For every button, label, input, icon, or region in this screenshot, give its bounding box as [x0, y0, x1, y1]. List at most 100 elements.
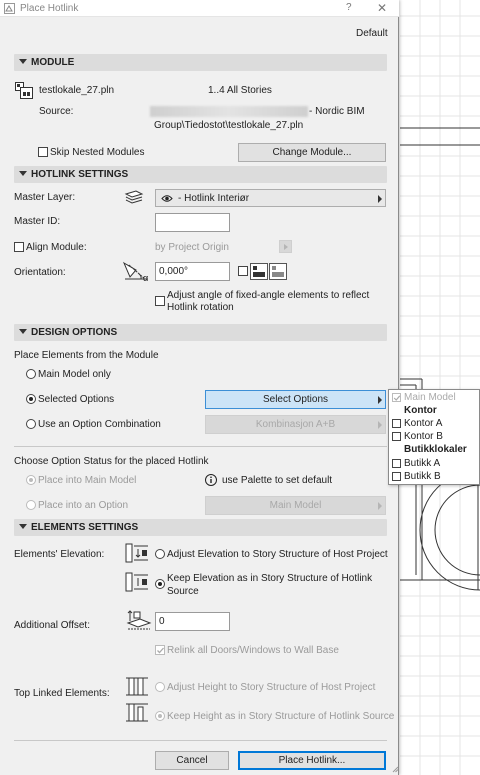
adjust-elevation-label[interactable]: Adjust Elevation to Story Structure of H…: [167, 549, 388, 560]
module-file-name: testlokale_27.pln: [39, 85, 115, 96]
radio-keep-elevation[interactable]: [155, 579, 165, 589]
align-pick-button[interactable]: [279, 240, 292, 253]
eye-icon: [161, 195, 173, 202]
align-module-label[interactable]: Align Module:: [26, 242, 87, 253]
main-model-value: Main Model: [269, 500, 322, 511]
top-linked-adjust-icon: [126, 677, 148, 696]
adjust-angle-checkbox[interactable]: [155, 296, 165, 306]
cancel-button[interactable]: Cancel: [155, 751, 229, 770]
change-module-button[interactable]: Change Module...: [238, 143, 386, 162]
main-model-only-label[interactable]: Main Model only: [38, 369, 111, 380]
alpha-symbol: α: [143, 273, 149, 283]
checkmark-icon: [393, 395, 401, 401]
orientation-toggle-checkbox[interactable]: [238, 266, 248, 276]
keep-height-label[interactable]: Keep Height as in Story Structure of Hot…: [167, 711, 394, 722]
radio-selected-options[interactable]: [26, 394, 36, 404]
popup-item-label: Kontor A: [404, 418, 443, 429]
module-stories: 1..4 All Stories: [208, 85, 272, 96]
popup-item-kontor-a[interactable]: Kontor A: [389, 417, 480, 430]
align-module-value: by Project Origin: [155, 242, 229, 253]
radio-place-into-main-model[interactable]: [26, 475, 36, 485]
relink-doors-checkbox[interactable]: [155, 645, 165, 655]
master-layer-dropdown[interactable]: - Hotlink Interiør: [155, 189, 386, 207]
align-module-checkbox[interactable]: [14, 242, 24, 252]
additional-offset-input[interactable]: 0: [155, 612, 230, 631]
master-layer-value: - Hotlink Interiør: [178, 193, 250, 204]
radio-option-combination[interactable]: [26, 419, 36, 429]
elements-settings-section-header[interactable]: ELEMENTS SETTINGS: [14, 519, 387, 536]
popup-item-kontor-b[interactable]: Kontor B: [389, 430, 480, 443]
master-id-input[interactable]: [155, 213, 230, 232]
radio-adjust-height[interactable]: [155, 682, 165, 692]
popup-group-header-butikklokaler: Butikklokaler: [389, 443, 480, 456]
resize-grip-icon[interactable]: [392, 766, 399, 773]
pick-arrow-icon: [284, 244, 288, 250]
info-icon: [205, 474, 217, 486]
collapse-triangle-icon: [19, 59, 27, 64]
source-path-suffix: - Nordic BIM: [309, 106, 365, 117]
popup-item-main-model[interactable]: Main Model: [389, 391, 480, 404]
option-combination-value: Kombinasjon A+B: [255, 419, 336, 430]
collapse-triangle-icon: [19, 524, 27, 529]
relink-doors-label[interactable]: Relink all Doors/Windows to Wall Base: [167, 645, 339, 656]
archicad-app-icon: [4, 3, 15, 14]
elements-settings-section-title: ELEMENTS SETTINGS: [31, 522, 139, 533]
place-hotlink-button[interactable]: Place Hotlink...: [238, 751, 386, 770]
help-button[interactable]: ?: [346, 2, 352, 13]
popup-checkbox[interactable]: [392, 459, 401, 468]
radio-adjust-elevation[interactable]: [155, 549, 165, 559]
top-linked-keep-icon: [126, 703, 148, 722]
title-bar[interactable]: Place Hotlink ? ✕: [0, 0, 399, 17]
popup-checkbox[interactable]: [392, 432, 401, 441]
selected-options-label[interactable]: Selected Options: [38, 394, 114, 405]
adjust-height-label[interactable]: Adjust Height to Story Structure of Host…: [167, 682, 375, 693]
place-hotlink-dialog: Place Hotlink ? ✕ Default MODULE testlok…: [0, 0, 399, 775]
dialog-title: Place Hotlink: [20, 3, 79, 14]
offset-icon: [126, 610, 152, 630]
keep-elevation-label-line1[interactable]: Keep Elevation as in Story Structure of …: [167, 573, 372, 584]
option-combination-label[interactable]: Use an Option Combination: [38, 419, 161, 430]
story-elevation-icon: [125, 543, 148, 563]
source-path-line2: Group\Tiedostot\testlokale_27.pln: [154, 120, 304, 131]
orientation-input[interactable]: 0,000°: [155, 262, 230, 281]
adjust-angle-label-line2[interactable]: Hotlink rotation: [167, 302, 234, 313]
module-section-header[interactable]: MODULE: [14, 54, 387, 71]
skip-nested-label[interactable]: Skip Nested Modules: [50, 147, 145, 158]
choose-option-status-label: Choose Option Status for the placed Hotl…: [14, 456, 209, 467]
collapse-triangle-icon: [19, 171, 27, 176]
source-label: Source:: [39, 106, 74, 117]
close-button[interactable]: ✕: [377, 1, 387, 15]
preset-label[interactable]: Default: [356, 28, 388, 39]
hotlink-settings-section-header[interactable]: HOTLINK SETTINGS: [14, 166, 387, 183]
module-section-title: MODULE: [31, 57, 75, 68]
popup-checkbox[interactable]: [392, 419, 401, 428]
dropdown-arrow-icon: [378, 502, 382, 510]
radio-place-into-option[interactable]: [26, 500, 36, 510]
layers-icon: [124, 190, 144, 204]
radio-main-model-only[interactable]: [26, 369, 36, 379]
design-options-section-header[interactable]: DESIGN OPTIONS: [14, 324, 387, 341]
divider: [14, 740, 387, 741]
keep-elevation-label-line2[interactable]: Source: [167, 586, 199, 597]
option-combination-dropdown[interactable]: Kombinasjon A+B: [205, 415, 386, 434]
radio-keep-height[interactable]: [155, 711, 165, 721]
mirror-rotate-icon[interactable]: [250, 263, 287, 280]
place-into-option-label[interactable]: Place into an Option: [38, 500, 128, 511]
popup-item-butikk-a[interactable]: Butikk A: [389, 457, 480, 470]
select-options-button[interactable]: Select Options: [205, 390, 386, 409]
popup-item-label: Kontor B: [404, 431, 443, 442]
keep-elevation-icon: [125, 572, 148, 592]
dropdown-arrow-icon: [378, 195, 382, 203]
adjust-angle-label-line1[interactable]: Adjust angle of fixed-angle elements to …: [167, 290, 369, 301]
popup-checkbox[interactable]: [392, 472, 401, 481]
popup-group-label: Kontor: [404, 405, 437, 416]
popup-item-butikk-b[interactable]: Butikk B: [389, 470, 480, 483]
dropdown-arrow-icon: [378, 421, 382, 429]
source-path-redacted: [150, 106, 308, 117]
skip-nested-checkbox[interactable]: [38, 147, 48, 157]
orientation-label: Orientation:: [14, 267, 66, 278]
popup-checkbox[interactable]: [392, 393, 401, 402]
master-id-label: Master ID:: [14, 216, 61, 227]
main-model-dropdown[interactable]: Main Model: [205, 496, 386, 515]
place-into-main-model-label[interactable]: Place into Main Model: [38, 475, 136, 486]
